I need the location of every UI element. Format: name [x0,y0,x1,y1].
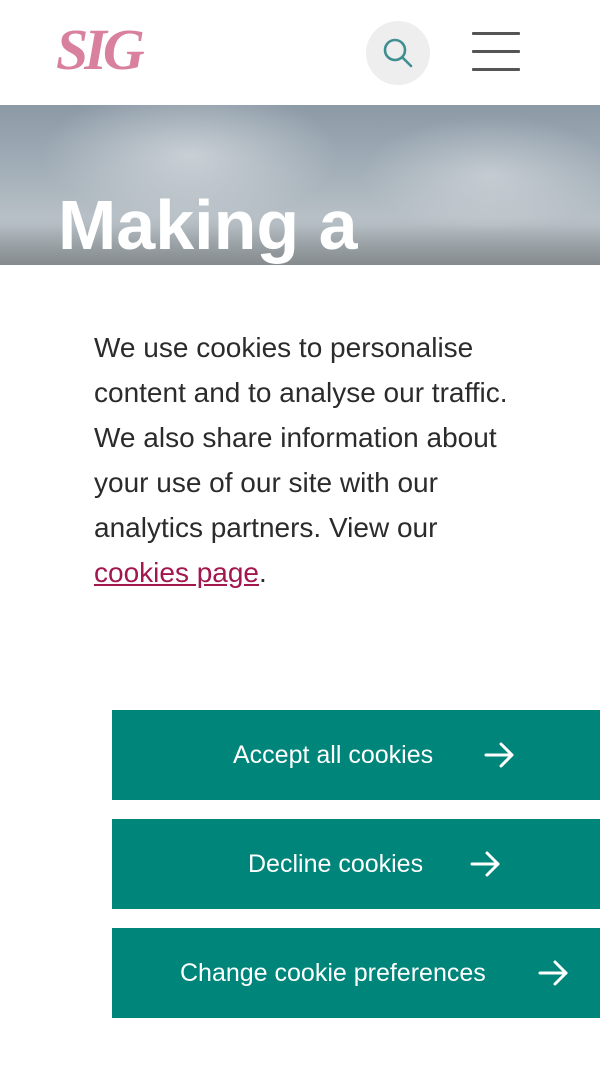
change-cookie-preferences-label: Change cookie preferences [180,959,486,987]
arrow-right-icon [470,851,500,877]
sig-logo[interactable]: SIG [56,17,168,82]
logo-text: SIG [56,17,145,82]
hero-banner: Making a [0,105,600,265]
search-icon [383,38,413,68]
cookies-page-link[interactable]: cookies page [94,557,259,588]
accept-all-cookies-label: Accept all cookies [233,741,434,769]
change-cookie-preferences-button[interactable]: Change cookie preferences [112,928,600,1018]
cookie-message-end: . [259,557,267,588]
hero-title: Making a [58,186,358,264]
decline-cookies-button[interactable]: Decline cookies [112,819,600,909]
cookie-message: We use cookies to personalise content an… [94,325,514,595]
hero-cloud [360,115,600,235]
menu-button[interactable] [470,28,522,76]
cookie-consent-panel: We use cookies to personalise content an… [0,265,600,1065]
search-button[interactable] [366,21,430,85]
hamburger-menu-icon [472,32,520,35]
decline-cookies-label: Decline cookies [248,850,424,878]
arrow-right-icon [484,742,514,768]
site-header: SIG [0,0,600,105]
arrow-right-icon [538,960,568,986]
cookie-message-text: We use cookies to personalise content an… [94,332,508,543]
hamburger-line [472,50,520,53]
accept-all-cookies-button[interactable]: Accept all cookies [112,710,600,800]
hamburger-line [472,68,520,71]
